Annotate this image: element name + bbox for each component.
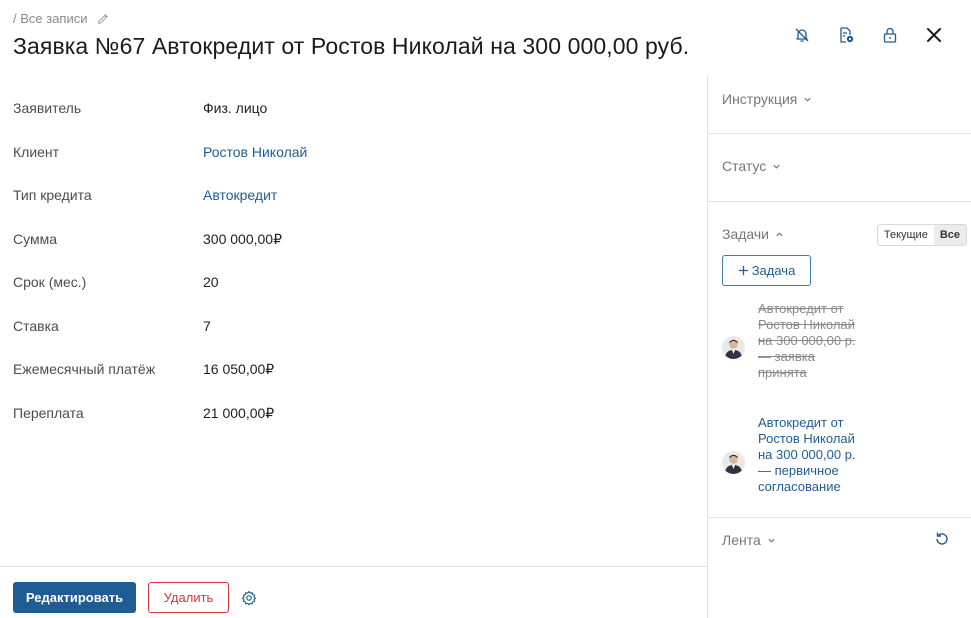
field-label: Сумма [13,231,57,247]
field-row-applicant: Заявитель Физ. лицо [13,100,693,120]
task-title: Автокредит от Ростов Николай на 300 000,… [758,301,856,380]
feed-label: Лента [722,532,761,548]
delete-button[interactable]: Удалить [148,582,229,613]
field-label: Заявитель [13,100,82,116]
field-label: Срок (мес.) [13,274,87,290]
instruction-toggle[interactable]: Инструкция [722,91,812,107]
field-label: Клиент [13,144,60,160]
field-value: 300 000,00₽ [203,231,282,247]
tasks-filter: Текущие Все [876,224,967,246]
gear-icon[interactable] [241,590,257,606]
footer-divider [0,566,707,567]
record-fields: Заявитель Физ. лицо Клиент Ростов Никола… [0,75,707,566]
tab-all-tasks[interactable]: Все [933,225,966,245]
close-icon[interactable] [923,24,945,46]
breadcrumb: / Все записи [13,11,110,26]
bell-off-icon[interactable] [791,24,813,46]
refresh-icon[interactable] [933,530,951,548]
chevron-up-icon [776,231,783,236]
field-value: 7 [203,318,211,334]
chevron-down-icon [804,97,812,102]
tasks-label: Задачи [722,226,770,242]
status-label: Статус [722,158,767,174]
form-footer: Редактировать Удалить [13,582,257,613]
field-row-client: Клиент Ростов Николай [13,144,693,164]
avatar [722,451,745,474]
lock-icon[interactable] [879,24,901,46]
field-label: Переплата [13,405,84,421]
task-item[interactable]: Автокредит от Ростов Николай на 300 000,… [722,415,862,511]
section-divider [708,133,971,134]
field-row-credit-type: Тип кредита Автокредит [13,187,693,207]
header-actions [791,24,945,46]
field-value: 20 [203,274,219,290]
task-title[interactable]: Автокредит от Ростов Николай на 300 000,… [758,415,858,495]
credit-type-link[interactable]: Автокредит [203,187,277,203]
feed-toggle[interactable]: Лента [722,532,776,548]
sidebar: Инструкция Статус Задачи Текущие Все Зад… [708,75,971,618]
section-divider [708,201,971,202]
field-label: Тип кредита [13,187,92,203]
chevron-down-icon [773,164,780,169]
section-divider [708,517,971,518]
tab-current-tasks[interactable]: Текущие [878,225,934,245]
field-row-overpayment: Переплата 21 000,00₽ [13,405,693,425]
plus-icon [738,265,748,276]
status-toggle[interactable]: Статус [722,158,781,174]
field-value: 16 050,00₽ [203,361,275,377]
client-link[interactable]: Ростов Николай [203,144,307,160]
document-settings-icon[interactable] [835,24,857,46]
task-item[interactable]: Автокредит от Ростов Николай на 300 000,… [722,301,862,397]
field-row-monthly-payment: Ежемесячный платёж 16 050,00₽ [13,361,693,381]
add-task-label: Задача [751,263,796,278]
avatar [722,336,745,359]
field-row-term: Срок (мес.) 20 [13,274,693,294]
page-title: Заявка №67 Автокредит от Ростов Николай … [13,33,690,59]
field-row-rate: Ставка 7 [13,318,693,338]
field-label: Ставка [13,318,59,334]
field-label: Ежемесячный платёж [13,361,156,377]
instruction-label: Инструкция [722,91,798,107]
tasks-toggle[interactable]: Задачи [722,226,784,242]
edit-button[interactable]: Редактировать [13,582,136,613]
add-task-button[interactable]: Задача [722,255,811,286]
field-value: Физ. лицо [203,100,268,116]
breadcrumb-link[interactable]: / Все записи [13,11,88,26]
pencil-icon[interactable] [96,12,110,26]
chevron-down-icon [768,538,775,543]
field-value: 21 000,00₽ [203,405,275,421]
field-row-amount: Сумма 300 000,00₽ [13,231,693,251]
